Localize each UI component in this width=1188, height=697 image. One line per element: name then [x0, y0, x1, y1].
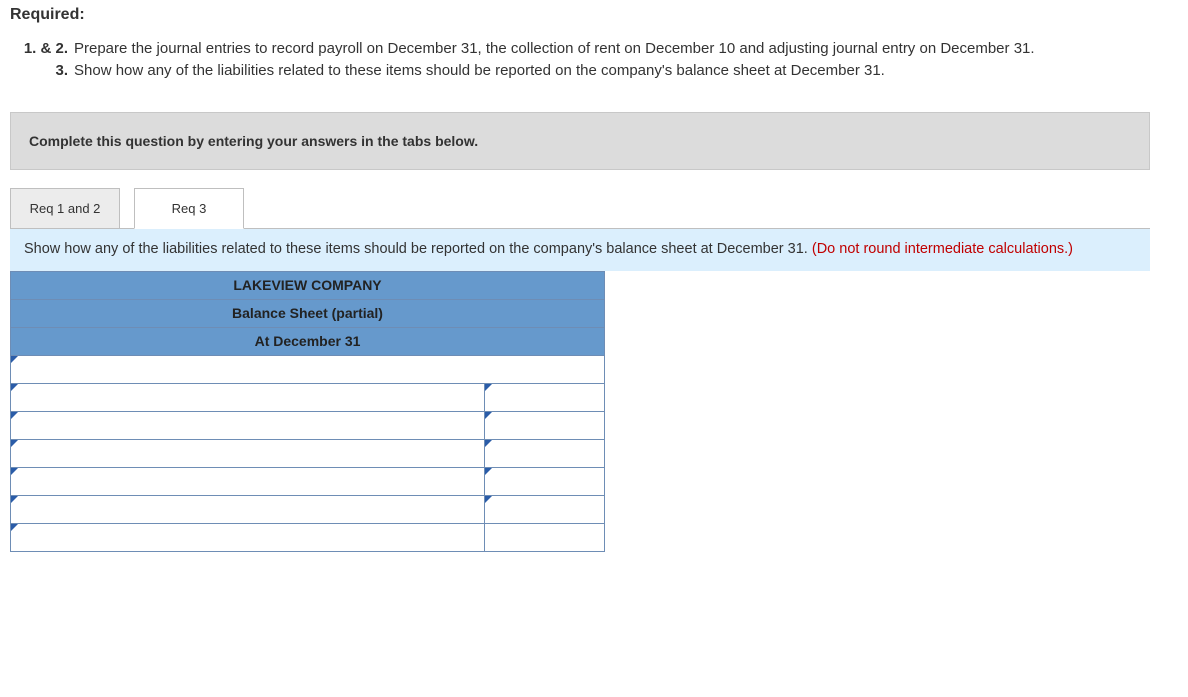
- sheet-row-value[interactable]: [485, 439, 605, 467]
- sheet-row-label[interactable]: [11, 467, 485, 495]
- requirement-number: 3.: [16, 60, 68, 82]
- sheet-row-value[interactable]: [485, 383, 605, 411]
- requirement-item: 3. Show how any of the liabilities relat…: [16, 60, 1178, 82]
- instruction-bar: Complete this question by entering your …: [10, 112, 1150, 170]
- sheet-row-value[interactable]: [485, 411, 605, 439]
- requirement-item: 1. & 2. Prepare the journal entries to r…: [16, 38, 1178, 60]
- balance-sheet-table: LAKEVIEW COMPANY Balance Sheet (partial)…: [10, 271, 605, 552]
- input-marker-icon: [11, 356, 18, 363]
- input-marker-icon: [11, 496, 18, 503]
- input-marker-icon: [11, 412, 18, 419]
- sheet-row-label[interactable]: [11, 355, 605, 383]
- input-marker-icon: [11, 440, 18, 447]
- sheet-row-label[interactable]: [11, 523, 485, 551]
- input-marker-icon: [11, 384, 18, 391]
- sheet-subtitle: Balance Sheet (partial): [11, 299, 605, 327]
- sheet-row-value[interactable]: [485, 467, 605, 495]
- sheet-date: At December 31: [11, 327, 605, 355]
- sheet-row-label[interactable]: [11, 495, 485, 523]
- sheet-row-label[interactable]: [11, 439, 485, 467]
- tabs-row: Req 1 and 2 Req 3: [10, 188, 1178, 229]
- requirements-list: 1. & 2. Prepare the journal entries to r…: [16, 38, 1178, 82]
- input-marker-icon: [485, 412, 492, 419]
- panel-note: (Do not round intermediate calculations.…: [812, 241, 1073, 257]
- input-marker-icon: [485, 468, 492, 475]
- sheet-row-value[interactable]: [485, 523, 605, 551]
- input-marker-icon: [485, 384, 492, 391]
- sheet-row-value[interactable]: [485, 495, 605, 523]
- sheet-row-label[interactable]: [11, 411, 485, 439]
- tab-req-3[interactable]: Req 3: [134, 188, 244, 229]
- tab-req-1-and-2[interactable]: Req 1 and 2: [10, 188, 120, 229]
- input-marker-icon: [11, 524, 18, 531]
- tab-panel: Show how any of the liabilities related …: [10, 228, 1150, 271]
- input-marker-icon: [485, 496, 492, 503]
- required-heading: Required:: [10, 6, 1178, 24]
- sheet-row-label[interactable]: [11, 383, 485, 411]
- requirement-text: Prepare the journal entries to record pa…: [74, 38, 1035, 60]
- input-marker-icon: [11, 468, 18, 475]
- sheet-title: LAKEVIEW COMPANY: [11, 271, 605, 299]
- panel-text: Show how any of the liabilities related …: [24, 241, 808, 257]
- input-marker-icon: [485, 440, 492, 447]
- requirement-number: 1. & 2.: [16, 38, 68, 60]
- requirement-text: Show how any of the liabilities related …: [74, 60, 885, 82]
